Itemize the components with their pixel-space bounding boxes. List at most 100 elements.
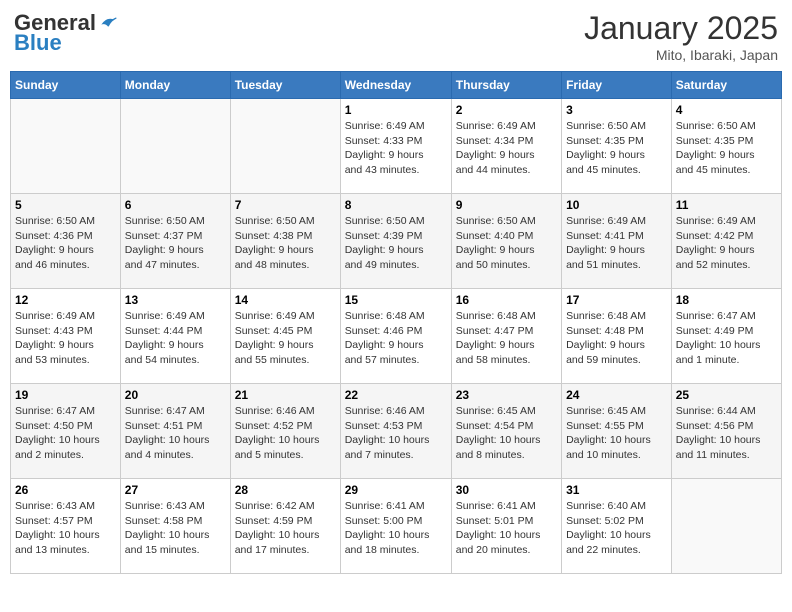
calendar-cell (671, 479, 781, 574)
calendar-table: SundayMondayTuesdayWednesdayThursdayFrid… (10, 71, 782, 574)
calendar-body: 1 Sunrise: 6:49 AM Sunset: 4:33 PM Daylig… (11, 99, 782, 574)
calendar-cell: 8 Sunrise: 6:50 AM Sunset: 4:39 PM Daylig… (340, 194, 451, 289)
day-info: Sunrise: 6:49 AM Sunset: 4:34 PM Dayligh… (456, 119, 557, 178)
day-number: 25 (676, 388, 777, 402)
day-number: 15 (345, 293, 447, 307)
day-info: Sunrise: 6:49 AM Sunset: 4:33 PM Dayligh… (345, 119, 447, 178)
day-info: Sunrise: 6:50 AM Sunset: 4:35 PM Dayligh… (566, 119, 667, 178)
logo-blue-text: Blue (14, 30, 62, 56)
day-number: 30 (456, 483, 557, 497)
day-info: Sunrise: 6:49 AM Sunset: 4:45 PM Dayligh… (235, 309, 336, 368)
day-info: Sunrise: 6:50 AM Sunset: 4:40 PM Dayligh… (456, 214, 557, 273)
calendar-week-2: 12 Sunrise: 6:49 AM Sunset: 4:43 PM Dayli… (11, 289, 782, 384)
day-number: 12 (15, 293, 116, 307)
calendar-cell: 4 Sunrise: 6:50 AM Sunset: 4:35 PM Daylig… (671, 99, 781, 194)
logo-bird-icon (98, 13, 118, 33)
day-info: Sunrise: 6:46 AM Sunset: 4:53 PM Dayligh… (345, 404, 447, 463)
day-info: Sunrise: 6:50 AM Sunset: 4:35 PM Dayligh… (676, 119, 777, 178)
day-number: 8 (345, 198, 447, 212)
calendar-cell (230, 99, 340, 194)
day-number: 17 (566, 293, 667, 307)
calendar-cell: 5Sunrise: 6:50 AM Sunset: 4:36 PM Daylig… (11, 194, 121, 289)
day-info: Sunrise: 6:48 AM Sunset: 4:48 PM Dayligh… (566, 309, 667, 368)
calendar-week-3: 19Sunrise: 6:47 AM Sunset: 4:50 PM Dayli… (11, 384, 782, 479)
calendar-cell (11, 99, 121, 194)
day-number: 6 (125, 198, 226, 212)
calendar-cell: 14 Sunrise: 6:49 AM Sunset: 4:45 PM Dayli… (230, 289, 340, 384)
header-day-friday: Friday (562, 72, 672, 99)
day-info: Sunrise: 6:49 AM Sunset: 4:44 PM Dayligh… (125, 309, 226, 368)
day-info: Sunrise: 6:50 AM Sunset: 4:39 PM Dayligh… (345, 214, 447, 273)
calendar-week-1: 5Sunrise: 6:50 AM Sunset: 4:36 PM Daylig… (11, 194, 782, 289)
calendar-cell: 20Sunrise: 6:47 AM Sunset: 4:51 PM Dayli… (120, 384, 230, 479)
calendar-cell: 27Sunrise: 6:43 AM Sunset: 4:58 PM Dayli… (120, 479, 230, 574)
day-number: 3 (566, 103, 667, 117)
calendar-cell (120, 99, 230, 194)
day-info: Sunrise: 6:45 AM Sunset: 4:54 PM Dayligh… (456, 404, 557, 463)
day-info: Sunrise: 6:43 AM Sunset: 4:57 PM Dayligh… (15, 499, 116, 558)
day-number: 1 (345, 103, 447, 117)
day-number: 18 (676, 293, 777, 307)
calendar-cell: 23 Sunrise: 6:45 AM Sunset: 4:54 PM Dayli… (451, 384, 561, 479)
day-number: 9 (456, 198, 557, 212)
day-number: 28 (235, 483, 336, 497)
day-info: Sunrise: 6:44 AM Sunset: 4:56 PM Dayligh… (676, 404, 777, 463)
day-number: 13 (125, 293, 226, 307)
day-info: Sunrise: 6:41 AM Sunset: 5:01 PM Dayligh… (456, 499, 557, 558)
day-number: 26 (15, 483, 116, 497)
day-number: 4 (676, 103, 777, 117)
day-number: 11 (676, 198, 777, 212)
calendar-cell: 11 Sunrise: 6:49 AM Sunset: 4:42 PM Dayli… (671, 194, 781, 289)
day-number: 5 (15, 198, 116, 212)
day-number: 31 (566, 483, 667, 497)
day-info: Sunrise: 6:41 AM Sunset: 5:00 PM Dayligh… (345, 499, 447, 558)
calendar-cell: 12 Sunrise: 6:49 AM Sunset: 4:43 PM Dayli… (11, 289, 121, 384)
day-info: Sunrise: 6:50 AM Sunset: 4:37 PM Dayligh… (125, 214, 226, 273)
calendar-cell: 25 Sunrise: 6:44 AM Sunset: 4:56 PM Dayli… (671, 384, 781, 479)
calendar-week-0: 1 Sunrise: 6:49 AM Sunset: 4:33 PM Daylig… (11, 99, 782, 194)
calendar-cell: 6 Sunrise: 6:50 AM Sunset: 4:37 PM Daylig… (120, 194, 230, 289)
calendar-cell: 30 Sunrise: 6:41 AM Sunset: 5:01 PM Dayli… (451, 479, 561, 574)
title-section: January 2025 Mito, Ibaraki, Japan (584, 10, 778, 63)
calendar-cell: 29Sunrise: 6:41 AM Sunset: 5:00 PM Dayli… (340, 479, 451, 574)
day-number: 23 (456, 388, 557, 402)
day-number: 20 (125, 388, 226, 402)
day-info: Sunrise: 6:45 AM Sunset: 4:55 PM Dayligh… (566, 404, 667, 463)
header-day-tuesday: Tuesday (230, 72, 340, 99)
day-info: Sunrise: 6:50 AM Sunset: 4:38 PM Dayligh… (235, 214, 336, 273)
calendar-header: SundayMondayTuesdayWednesdayThursdayFrid… (11, 72, 782, 99)
calendar-cell: 28 Sunrise: 6:42 AM Sunset: 4:59 PM Dayli… (230, 479, 340, 574)
location: Mito, Ibaraki, Japan (584, 47, 778, 63)
day-info: Sunrise: 6:47 AM Sunset: 4:49 PM Dayligh… (676, 309, 777, 368)
header-day-thursday: Thursday (451, 72, 561, 99)
header-row: SundayMondayTuesdayWednesdayThursdayFrid… (11, 72, 782, 99)
calendar-cell: 17 Sunrise: 6:48 AM Sunset: 4:48 PM Dayli… (562, 289, 672, 384)
calendar-cell: 9 Sunrise: 6:50 AM Sunset: 4:40 PM Daylig… (451, 194, 561, 289)
day-number: 16 (456, 293, 557, 307)
calendar-cell: 21Sunrise: 6:46 AM Sunset: 4:52 PM Dayli… (230, 384, 340, 479)
day-info: Sunrise: 6:49 AM Sunset: 4:43 PM Dayligh… (15, 309, 116, 368)
calendar-cell: 3 Sunrise: 6:50 AM Sunset: 4:35 PM Daylig… (562, 99, 672, 194)
header-day-monday: Monday (120, 72, 230, 99)
calendar-cell: 10Sunrise: 6:49 AM Sunset: 4:41 PM Dayli… (562, 194, 672, 289)
day-number: 10 (566, 198, 667, 212)
month-title: January 2025 (584, 10, 778, 47)
day-number: 24 (566, 388, 667, 402)
page-header: General Blue January 2025 Mito, Ibaraki,… (10, 10, 782, 63)
calendar-cell: 1 Sunrise: 6:49 AM Sunset: 4:33 PM Daylig… (340, 99, 451, 194)
calendar-cell: 24 Sunrise: 6:45 AM Sunset: 4:55 PM Dayli… (562, 384, 672, 479)
calendar-cell: 16Sunrise: 6:48 AM Sunset: 4:47 PM Dayli… (451, 289, 561, 384)
day-info: Sunrise: 6:48 AM Sunset: 4:46 PM Dayligh… (345, 309, 447, 368)
day-info: Sunrise: 6:47 AM Sunset: 4:50 PM Dayligh… (15, 404, 116, 463)
day-info: Sunrise: 6:42 AM Sunset: 4:59 PM Dayligh… (235, 499, 336, 558)
calendar-cell: 26 Sunrise: 6:43 AM Sunset: 4:57 PM Dayli… (11, 479, 121, 574)
day-info: Sunrise: 6:46 AM Sunset: 4:52 PM Dayligh… (235, 404, 336, 463)
day-number: 14 (235, 293, 336, 307)
calendar-cell: 19Sunrise: 6:47 AM Sunset: 4:50 PM Dayli… (11, 384, 121, 479)
header-day-sunday: Sunday (11, 72, 121, 99)
day-info: Sunrise: 6:49 AM Sunset: 4:42 PM Dayligh… (676, 214, 777, 273)
day-info: Sunrise: 6:40 AM Sunset: 5:02 PM Dayligh… (566, 499, 667, 558)
calendar-cell: 31 Sunrise: 6:40 AM Sunset: 5:02 PM Dayli… (562, 479, 672, 574)
calendar-week-4: 26 Sunrise: 6:43 AM Sunset: 4:57 PM Dayli… (11, 479, 782, 574)
calendar-cell: 13 Sunrise: 6:49 AM Sunset: 4:44 PM Dayli… (120, 289, 230, 384)
